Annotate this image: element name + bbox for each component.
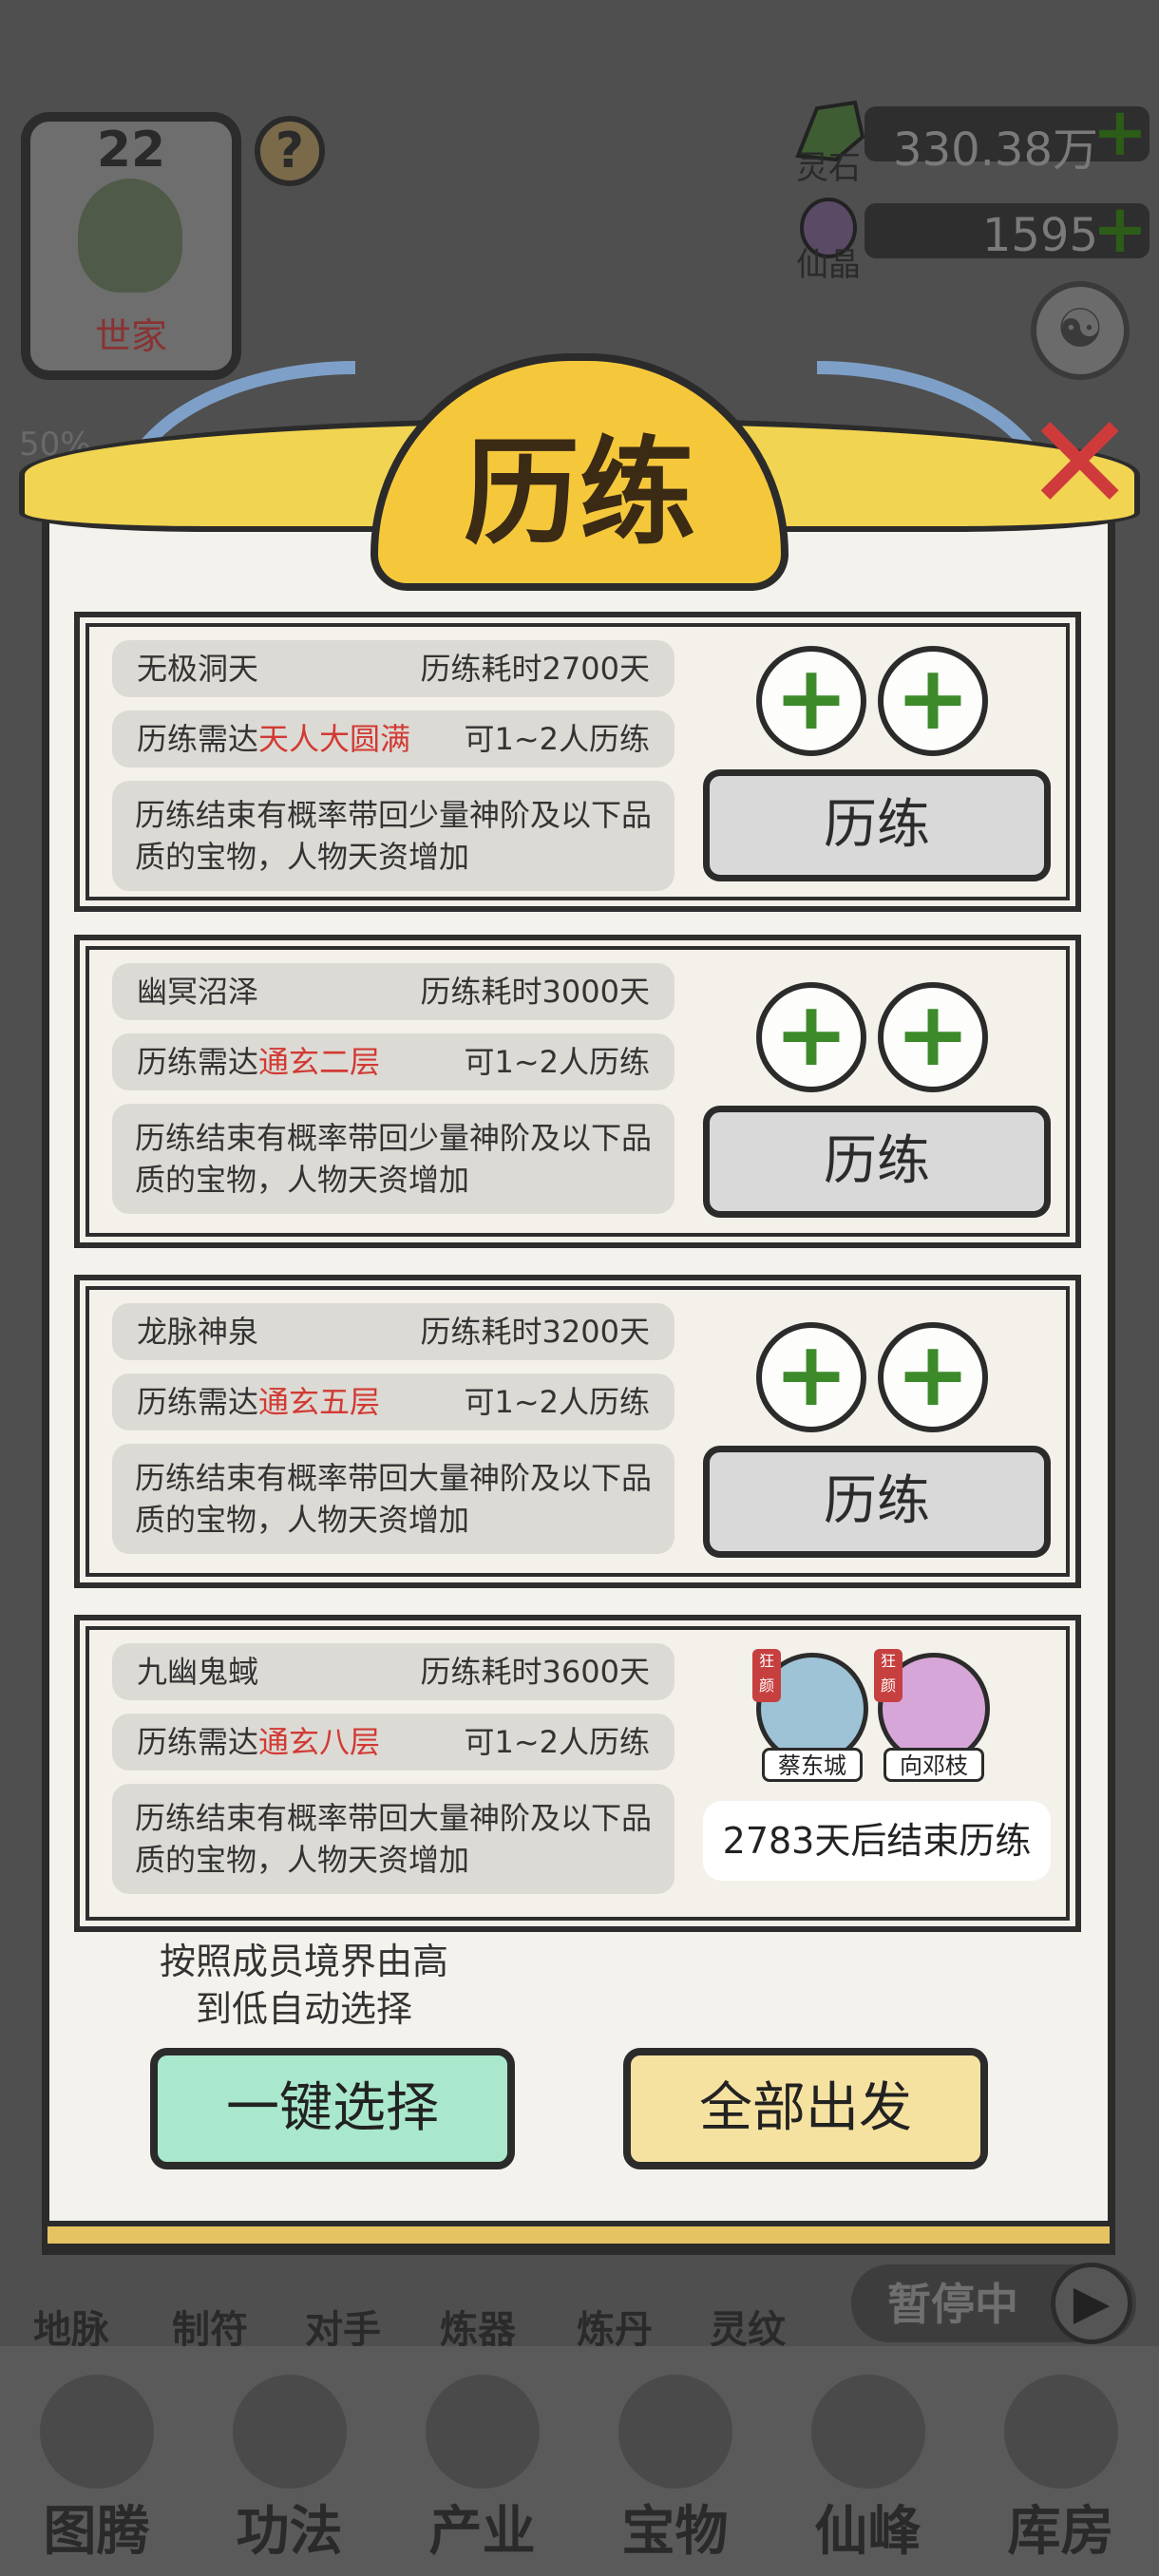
sub-navigation: 地脉 制符 对手 炼器 炼丹 灵纹 (19, 2261, 836, 2352)
nav-storage[interactable]: 库房 (964, 2346, 1157, 2576)
nav-label: 产业 (428, 2501, 536, 2563)
nav-industry[interactable]: 产业 (386, 2346, 579, 2576)
bag-icon (1004, 2375, 1118, 2489)
settings-gear-icon[interactable]: ☯ (1031, 281, 1130, 380)
totem-icon (40, 2375, 154, 2489)
nav-skills[interactable]: 功法 (193, 2346, 386, 2576)
start-expedition-button[interactable]: 历练 (703, 769, 1051, 881)
expedition-capacity: 可1~2人历练 (464, 721, 650, 757)
member-badge: 狂颜 (874, 1649, 902, 1702)
add-member-slot-1[interactable]: + (756, 646, 866, 756)
expedition-capacity: 可1~2人历练 (464, 1384, 650, 1420)
expedition-requirement-row: 历练需达通玄五层 可1~2人历练 (112, 1373, 674, 1430)
pause-toggle[interactable]: 暂停中 ▶ (851, 2263, 1136, 2344)
expedition-name: 九幽鬼蜮 (137, 1654, 259, 1690)
expedition-name-row: 无极洞天 历练耗时2700天 (112, 640, 674, 697)
expedition-name: 龙脉神泉 (137, 1314, 259, 1350)
nav-label: 功法 (236, 2501, 343, 2563)
crystal-resource: 1595 仙晶 + (788, 196, 1150, 284)
crystal-label: 仙晶 (796, 246, 861, 284)
peak-icon (811, 2375, 925, 2489)
add-member-slot-2[interactable]: + (878, 1322, 988, 1432)
expedition-duration: 历练耗时2700天 (420, 651, 650, 687)
tree-icon (78, 179, 182, 293)
expedition-requirement-row: 历练需达天人大圆满 可1~2人历练 (112, 710, 674, 767)
nav-peak[interactable]: 仙峰 (771, 2346, 964, 2576)
main-navigation: 图腾 功法 产业 宝物 仙峰 库房 (0, 2346, 1159, 2576)
crystal-value: 1595 (981, 209, 1098, 262)
spirit-stone-resource: 330.38万 灵石 + (788, 99, 1150, 187)
expedition-eta: 2783天后结束历练 (703, 1801, 1051, 1881)
flame-icon (233, 2375, 347, 2489)
pause-label: 暂停中 (887, 2279, 1018, 2330)
start-expedition-button[interactable]: 历练 (703, 1106, 1051, 1218)
member-name: 蔡东城 (762, 1748, 863, 1782)
expedition-card: 幽冥沼泽 历练耗时3000天 历练需达通玄二层 可1~2人历练 历练结束有概率带… (74, 935, 1081, 1248)
member-name: 向邓枝 (884, 1748, 984, 1782)
spirit-stone-label: 灵石 (796, 149, 861, 187)
member-badge: 狂颜 (752, 1649, 781, 1702)
required-realm: 天人大圆满 (258, 721, 411, 757)
expedition-duration: 历练耗时3000天 (420, 974, 650, 1010)
expedition-capacity: 可1~2人历练 (464, 1724, 650, 1760)
expedition-description: 历练结束有概率带回少量神阶及以下品质的宝物，人物天资增加 (112, 781, 674, 891)
spirit-stone-icon: 灵石 (788, 99, 868, 187)
nav-label: 图腾 (43, 2501, 150, 2563)
expedition-description: 历练结束有概率带回少量神阶及以下品质的宝物，人物天资增加 (112, 1104, 674, 1214)
auto-select-hint: 按照成员境界由高到低自动选择 (159, 1941, 448, 2030)
nav-label: 仙峰 (814, 2501, 922, 2563)
expedition-name-row: 幽冥沼泽 历练耗时3000天 (112, 963, 674, 1020)
clan-level-badge[interactable]: 22 世家 (21, 112, 241, 380)
add-member-slot-2[interactable]: + (878, 646, 988, 756)
required-realm: 通玄五层 (258, 1384, 381, 1420)
requirement-prefix: 历练需达 (137, 1044, 259, 1080)
modal-title: 历练 (464, 424, 695, 560)
clan-tag: 世家 (94, 315, 167, 357)
add-member-slot-1[interactable]: + (756, 1322, 866, 1432)
required-realm: 通玄八层 (258, 1724, 381, 1760)
modal-bottom-border (42, 2221, 1115, 2249)
nav-label: 库房 (1007, 2501, 1114, 2563)
expedition-card: 无极洞天 历练耗时2700天 历练需达天人大圆满 可1~2人历练 历练结束有概率… (74, 612, 1081, 912)
required-realm: 通玄二层 (258, 1044, 381, 1080)
expedition-requirement-row: 历练需达通玄二层 可1~2人历练 (112, 1033, 674, 1090)
expedition-name: 无极洞天 (137, 651, 259, 687)
crystal-icon: 仙晶 (788, 196, 868, 284)
add-crystal-button[interactable]: + (1091, 196, 1150, 262)
jade-icon (618, 2375, 732, 2489)
start-expedition-button[interactable]: 历练 (703, 1446, 1051, 1558)
expedition-card-active: 九幽鬼蜮 历练耗时3600天 历练需达通玄八层 可1~2人历练 历练结束有概率带… (74, 1615, 1081, 1932)
requirement-prefix: 历练需达 (137, 1724, 259, 1760)
clan-level: 22 (96, 122, 166, 179)
add-member-slot-1[interactable]: + (756, 982, 866, 1092)
auto-select-button[interactable]: 一键选择 (150, 2048, 515, 2169)
expedition-description: 历练结束有概率带回大量神阶及以下品质的宝物，人物天资增加 (112, 1784, 674, 1894)
nav-totem[interactable]: 图腾 (0, 2346, 193, 2576)
nav-treasure[interactable]: 宝物 (579, 2346, 771, 2576)
expedition-capacity: 可1~2人历练 (464, 1044, 650, 1080)
expedition-description: 历练结束有概率带回大量神阶及以下品质的宝物，人物天资增加 (112, 1444, 674, 1554)
expedition-duration: 历练耗时3200天 (420, 1314, 650, 1350)
expedition-duration: 历练耗时3600天 (420, 1654, 650, 1690)
spirit-stone-value: 330.38万 (893, 123, 1098, 177)
play-icon: ▶ (1051, 2263, 1132, 2344)
requirement-prefix: 历练需达 (137, 1384, 259, 1420)
expedition-name: 幽冥沼泽 (137, 974, 259, 1010)
depart-all-button[interactable]: 全部出发 (623, 2048, 988, 2169)
add-spirit-stone-button[interactable]: + (1091, 99, 1150, 165)
expedition-name-row: 九幽鬼蜮 历练耗时3600天 (112, 1643, 674, 1700)
expedition-requirement-row: 历练需达通玄八层 可1~2人历练 (112, 1714, 674, 1771)
add-member-slot-2[interactable]: + (878, 982, 988, 1092)
expedition-card: 龙脉神泉 历练耗时3200天 历练需达通玄五层 可1~2人历练 历练结束有概率带… (74, 1275, 1081, 1588)
mountain-icon (426, 2375, 540, 2489)
nav-label: 宝物 (621, 2501, 729, 2563)
close-button[interactable]: ✕ (1024, 398, 1135, 531)
expedition-name-row: 龙脉神泉 历练耗时3200天 (112, 1303, 674, 1360)
requirement-prefix: 历练需达 (137, 721, 259, 757)
help-button[interactable]: ? (255, 116, 325, 186)
